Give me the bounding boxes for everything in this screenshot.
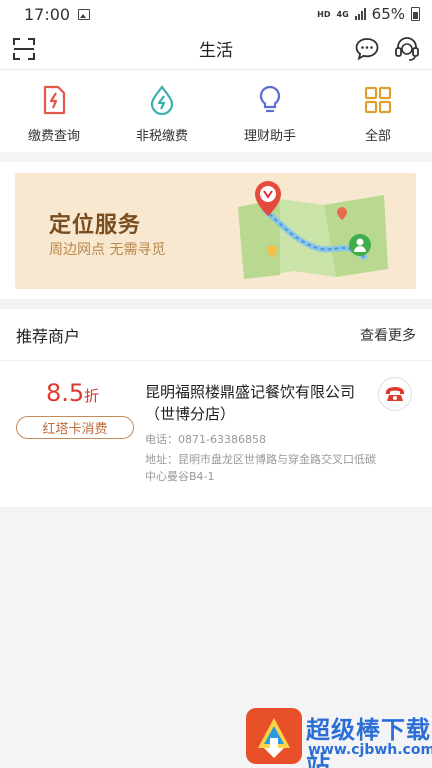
recommend-header: 推荐商户 查看更多: [0, 309, 432, 361]
watermark-url: www.cjbwh.com: [308, 742, 432, 758]
lightbulb-icon: [259, 85, 281, 113]
status-right: HD 4G 65%: [317, 5, 420, 23]
quick-action-non-tax[interactable]: 非税缴费: [108, 70, 216, 152]
quick-action-label: 理财助手: [243, 129, 296, 144]
message-icon[interactable]: [354, 36, 380, 62]
watermark: 超级棒下载站 www.cjbwh.com: [236, 702, 432, 768]
network-indicator: 4G: [336, 9, 349, 19]
quick-action-finance[interactable]: 理财助手: [216, 70, 324, 152]
battery-percent: 65%: [371, 5, 405, 23]
merchant-item[interactable]: 8.5折 红塔卡消费 昆明福照楼鼎盛记餐饮有限公司（世博分店） 电话：0871-…: [0, 361, 432, 507]
header: 生活: [0, 28, 432, 70]
page-title: 生活: [199, 41, 233, 61]
recommend-title: 推荐商户: [16, 326, 81, 346]
banner-section: 定位服务 周边网点 无需寻觅: [0, 162, 432, 299]
hd-indicator: HD: [317, 9, 331, 19]
discount-unit: 折: [84, 387, 100, 405]
status-bar: 17:00 HD 4G 65%: [0, 0, 432, 28]
watermark-title: 超级棒下载站: [306, 716, 431, 768]
call-button[interactable]: [378, 377, 412, 411]
discount-value: 8.5: [46, 379, 85, 407]
quick-action-label: 全部: [364, 129, 391, 144]
grid-icon: [364, 86, 392, 114]
phone-icon: [386, 387, 404, 401]
card-tag: 红塔卡消费: [16, 416, 134, 439]
location-service-banner[interactable]: 定位服务 周边网点 无需寻觅: [15, 173, 416, 289]
battery-icon: [411, 7, 420, 21]
download-site-logo-icon: [246, 708, 302, 764]
merchant-name: 昆明福照楼鼎盛记餐饮有限公司（世博分店）: [145, 383, 356, 423]
signal-icon: [354, 8, 366, 20]
bill-query-icon: [43, 85, 66, 115]
customer-service-icon[interactable]: [394, 35, 420, 63]
quick-action-label: 缴费查询: [27, 129, 80, 144]
scan-icon[interactable]: [12, 37, 36, 61]
map-illustration-icon: [238, 181, 388, 279]
merchant-phone: 电话：0871-63386858: [145, 433, 266, 446]
quick-actions: 缴费查询 非税缴费 理财助手 全部: [0, 70, 432, 152]
banner-title: 定位服务: [49, 213, 142, 238]
banner-subtitle: 周边网点 无需寻觅: [49, 242, 166, 258]
merchant-address: 地址：昆明市盘龙区世博路与穿金路交叉口低碳中心曼谷B4-1: [145, 453, 376, 483]
view-more-link[interactable]: 查看更多: [360, 325, 416, 345]
gallery-notification-icon: [78, 8, 91, 20]
lightning-drop-icon: [150, 85, 174, 116]
quick-action-all[interactable]: 全部: [324, 70, 432, 152]
discount: 8.5折: [46, 379, 99, 407]
quick-action-label: 非税缴费: [135, 129, 188, 144]
quick-action-bill-query[interactable]: 缴费查询: [0, 70, 108, 152]
status-time: 17:00: [24, 4, 71, 24]
